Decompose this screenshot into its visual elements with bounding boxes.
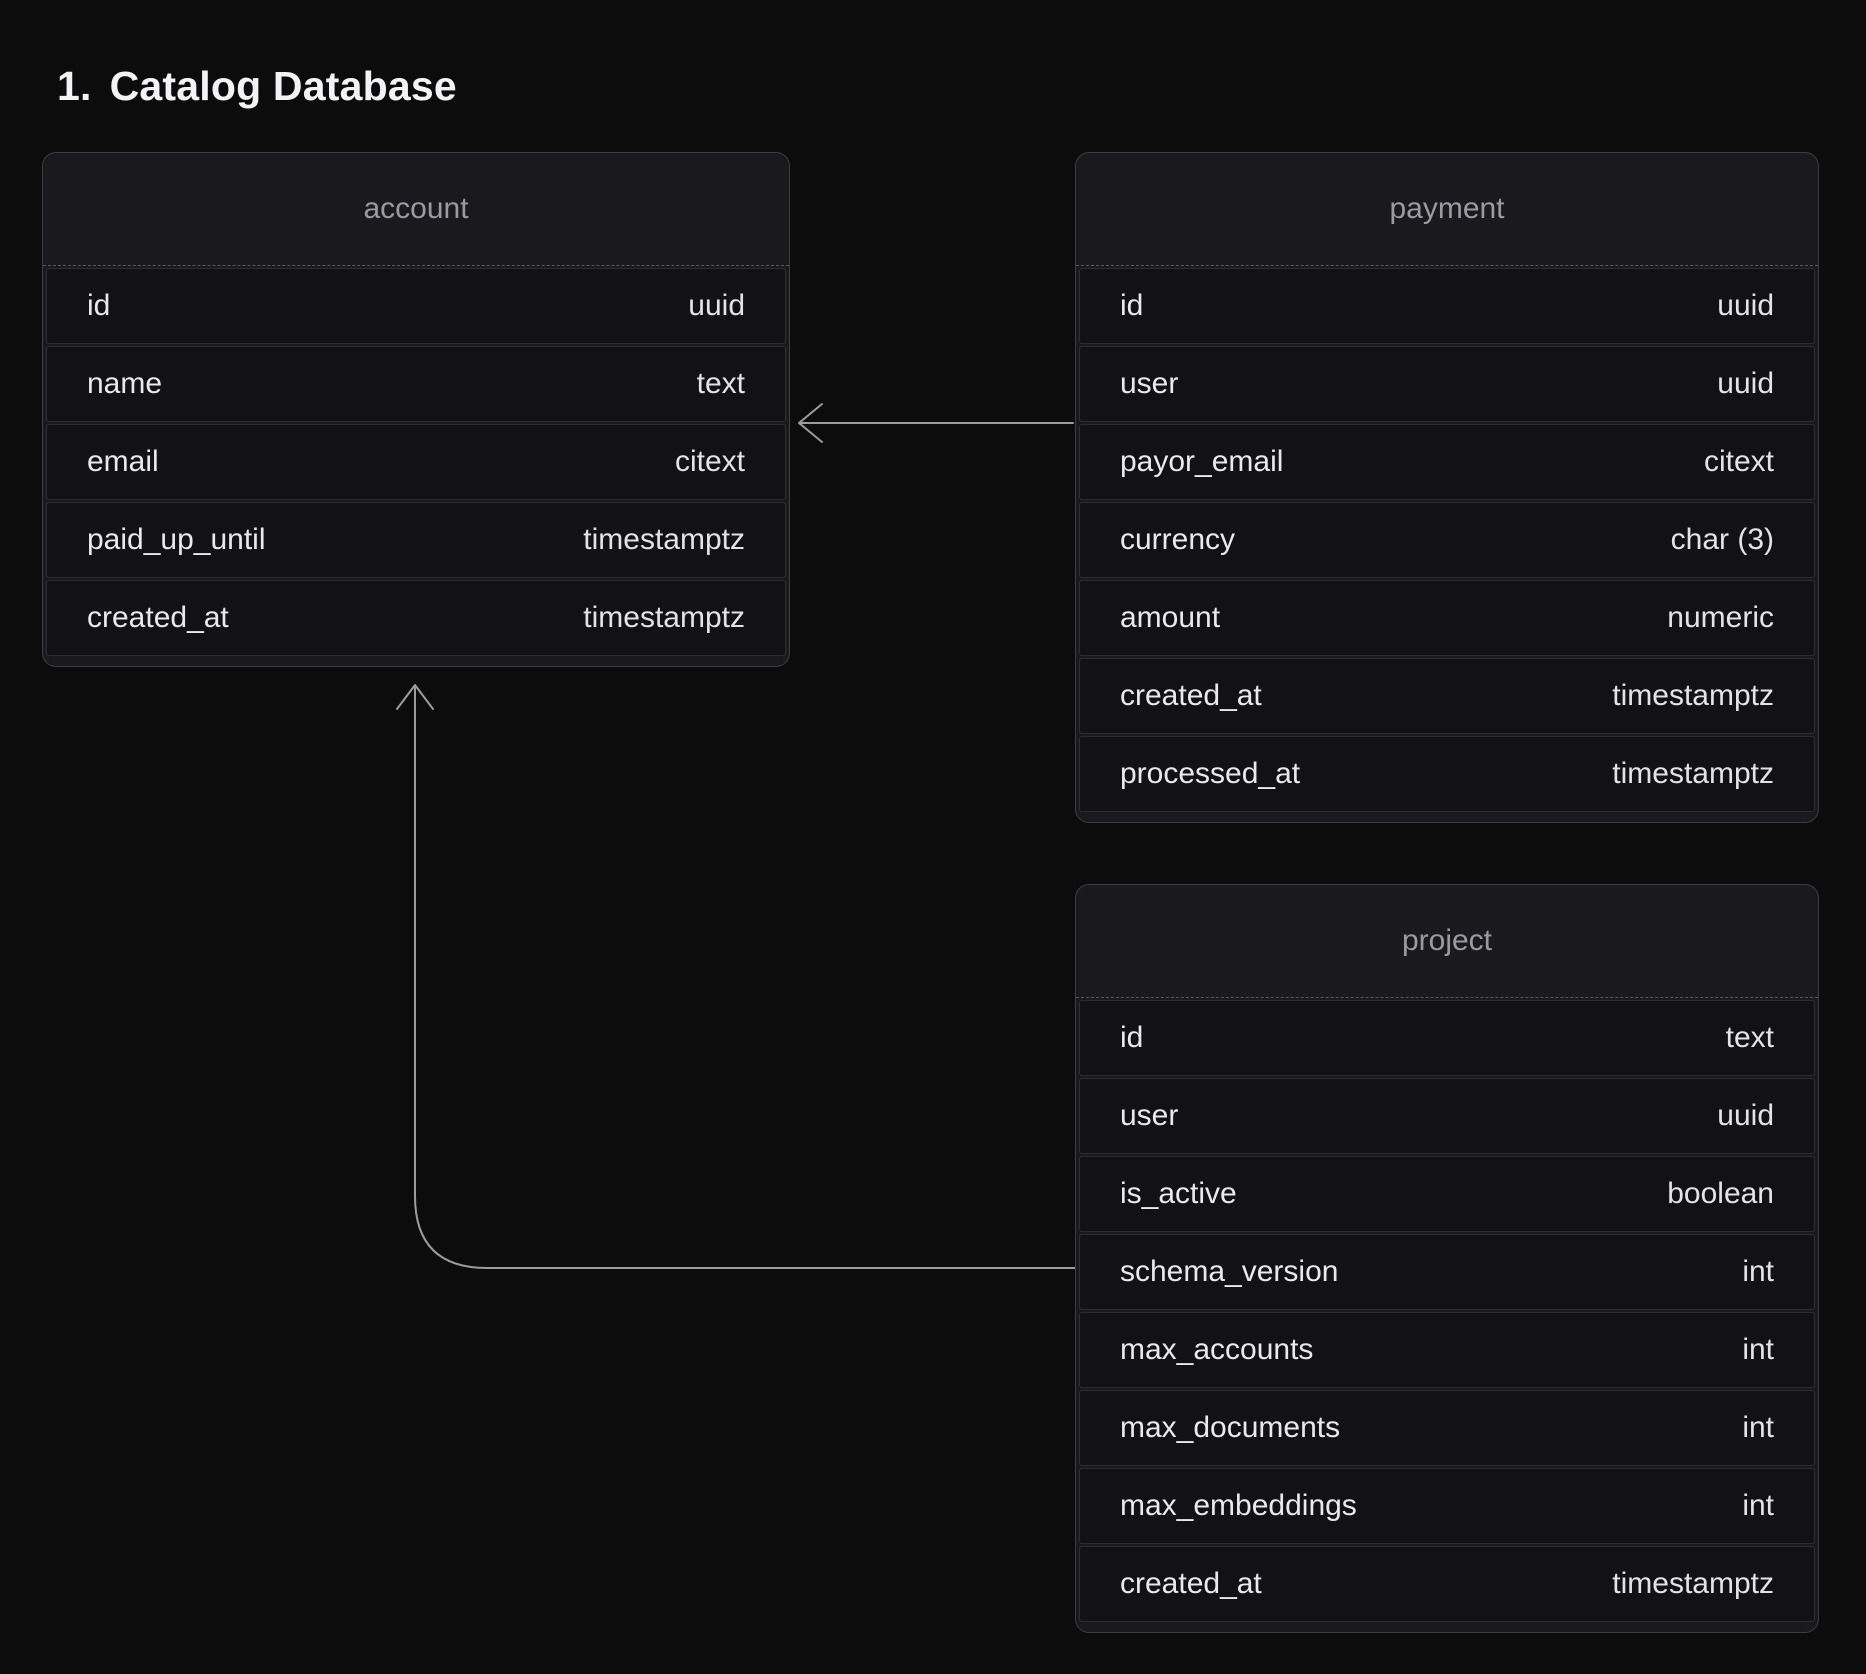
table-project-header: project bbox=[1076, 885, 1818, 998]
page-title-number: 1. bbox=[57, 63, 92, 110]
column-type: timestamptz bbox=[583, 601, 745, 635]
column-name: email bbox=[87, 445, 159, 479]
column-type: timestamptz bbox=[583, 523, 745, 557]
column-row-max_accounts: max_accounts int bbox=[1079, 1312, 1815, 1388]
column-type: citext bbox=[1704, 445, 1774, 479]
column-name: user bbox=[1120, 1099, 1178, 1133]
column-name: created_at bbox=[87, 601, 229, 635]
column-row-id: id uuid bbox=[46, 268, 786, 344]
column-row-max_embeddings: max_embeddings int bbox=[1079, 1468, 1815, 1544]
column-type: uuid bbox=[1717, 1099, 1774, 1133]
column-row-user: user uuid bbox=[1079, 1078, 1815, 1154]
column-row-paid_up_until: paid_up_until timestamptz bbox=[46, 502, 786, 578]
column-name: id bbox=[1120, 1021, 1143, 1055]
column-row-created_at: created_at timestamptz bbox=[1079, 1546, 1815, 1622]
schema-diagram-canvas: 1. Catalog Database account id uuid name te… bbox=[0, 0, 1866, 1674]
table-account-rows: iduuidnametextemailcitextpaid_up_untilti… bbox=[43, 266, 789, 666]
column-name: is_active bbox=[1120, 1177, 1237, 1211]
column-row-name: name text bbox=[46, 346, 786, 422]
column-type: uuid bbox=[1717, 367, 1774, 401]
column-type: boolean bbox=[1667, 1177, 1774, 1211]
column-type: timestamptz bbox=[1612, 679, 1774, 713]
column-row-email: email citext bbox=[46, 424, 786, 500]
column-row-user: user uuid bbox=[1079, 346, 1815, 422]
column-row-max_documents: max_documents int bbox=[1079, 1390, 1815, 1466]
table-payment-rows: iduuiduseruuidpayor_emailcitextcurrencyc… bbox=[1076, 266, 1818, 822]
table-project[interactable]: project id text user uuid is_active boolean sc… bbox=[1075, 884, 1819, 1633]
column-name: created_at bbox=[1120, 1567, 1262, 1601]
column-name: payor_email bbox=[1120, 445, 1283, 479]
column-type: int bbox=[1742, 1255, 1774, 1289]
column-name: name bbox=[87, 367, 162, 401]
column-row-processed_at: processed_at timestamptz bbox=[1079, 736, 1815, 812]
column-type: text bbox=[1726, 1021, 1774, 1055]
column-name: id bbox=[87, 289, 110, 323]
column-name: schema_version bbox=[1120, 1255, 1338, 1289]
column-name: max_embeddings bbox=[1120, 1489, 1357, 1523]
column-row-is_active: is_active boolean bbox=[1079, 1156, 1815, 1232]
column-type: int bbox=[1742, 1411, 1774, 1445]
column-name: paid_up_until bbox=[87, 523, 266, 557]
column-row-id: id text bbox=[1079, 1000, 1815, 1076]
relationship-arrow-project-to-account bbox=[397, 685, 1075, 1268]
column-name: max_accounts bbox=[1120, 1333, 1313, 1367]
table-account[interactable]: account id uuid name text email citext paid_up… bbox=[42, 152, 790, 667]
relationship-arrow-payment-to-account bbox=[799, 404, 1073, 442]
column-name: id bbox=[1120, 289, 1143, 323]
column-type: timestamptz bbox=[1612, 1567, 1774, 1601]
page-title: 1. Catalog Database bbox=[57, 63, 457, 110]
table-project-title: project bbox=[1402, 924, 1492, 958]
column-row-created_at: created_at timestamptz bbox=[46, 580, 786, 656]
column-name: currency bbox=[1120, 523, 1235, 557]
table-payment-header: payment bbox=[1076, 153, 1818, 266]
column-row-amount: amount numeric bbox=[1079, 580, 1815, 656]
column-type: char (3) bbox=[1671, 523, 1774, 557]
column-name: max_documents bbox=[1120, 1411, 1340, 1445]
table-project-rows: id text user uuid is_active boolean schema_ver… bbox=[1076, 998, 1818, 1632]
table-payment-title: payment bbox=[1389, 192, 1504, 226]
table-account-title: account bbox=[363, 192, 468, 226]
column-row-payor_email: payor_email citext bbox=[1079, 424, 1815, 500]
column-type: timestamptz bbox=[1612, 757, 1774, 791]
column-type: citext bbox=[675, 445, 745, 479]
column-type: uuid bbox=[688, 289, 745, 323]
table-payment[interactable]: payment id uuid user uuid payor_email citext c… bbox=[1075, 152, 1819, 823]
column-type: uuid bbox=[1717, 289, 1774, 323]
column-name: amount bbox=[1120, 601, 1220, 635]
column-type: text bbox=[697, 367, 745, 401]
column-row-currency: currency char (3) bbox=[1079, 502, 1815, 578]
column-row-schema_version: schema_version int bbox=[1079, 1234, 1815, 1310]
column-type: int bbox=[1742, 1333, 1774, 1367]
column-row-id: id uuid bbox=[1079, 268, 1815, 344]
column-type: numeric bbox=[1667, 601, 1774, 635]
column-name: processed_at bbox=[1120, 757, 1300, 791]
column-row-created_at: created_at timestamptz bbox=[1079, 658, 1815, 734]
page-title-text: Catalog Database bbox=[110, 63, 457, 110]
table-account-header: account bbox=[43, 153, 789, 266]
column-name: user bbox=[1120, 367, 1178, 401]
column-name: created_at bbox=[1120, 679, 1262, 713]
column-type: int bbox=[1742, 1489, 1774, 1523]
